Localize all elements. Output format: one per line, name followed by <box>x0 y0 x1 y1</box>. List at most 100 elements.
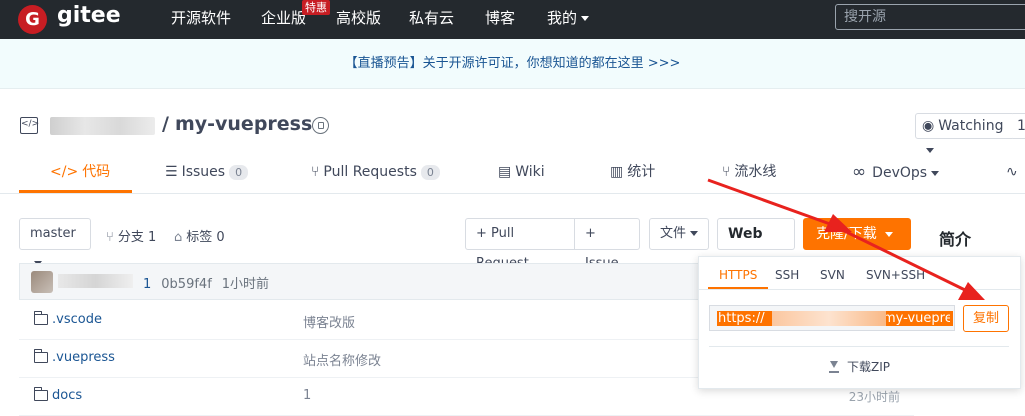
file-name-link[interactable]: .vscode <box>52 312 102 327</box>
nav-item-edu[interactable]: 高校版 <box>336 0 381 39</box>
tab-pipeline[interactable]: ⑂ 流水线 <box>722 157 776 191</box>
search-input[interactable]: 搜开源 <box>835 4 1025 30</box>
nav-item-private-cloud[interactable]: 私有云 <box>409 0 454 39</box>
chevron-down-icon <box>884 231 893 237</box>
avatar[interactable] <box>31 271 53 293</box>
eye-icon: ◉ <box>922 118 935 134</box>
branches-label: 分支 <box>117 230 144 245</box>
download-icon <box>829 360 839 373</box>
watch-count[interactable]: 1 <box>1013 113 1025 139</box>
popup-divider <box>709 346 1009 347</box>
tab-https[interactable]: HTTPS <box>719 268 757 282</box>
repo-name[interactable]: my-vuepress <box>175 113 312 135</box>
watch-label: Watching <box>938 118 1004 134</box>
pipeline-icon: ⑂ <box>722 164 731 180</box>
code-repo-icon: </> <box>20 117 39 134</box>
pr-count-badge: 0 <box>420 165 440 180</box>
nav-item-blog[interactable]: 博客 <box>485 0 515 39</box>
branch-select[interactable]: master <box>19 218 91 266</box>
gitee-logo-icon[interactable]: G <box>18 5 47 34</box>
tags-label: 标签 <box>186 230 213 245</box>
bar-chart-icon: ▥ <box>610 164 624 180</box>
tab-svn-ssh[interactable]: SVN+SSH <box>866 268 925 282</box>
tab-issues[interactable]: ☰ Issues 0 <box>165 157 249 191</box>
branch-name: master <box>30 226 76 241</box>
author-name-redacted[interactable] <box>58 274 133 288</box>
tags-link[interactable]: ⌂ 标签 0 <box>174 226 225 245</box>
tabs-divider <box>0 193 1025 194</box>
file-name-link[interactable]: .vuepress <box>52 350 115 365</box>
tab-wiki[interactable]: ▤ Wiki <box>498 157 545 191</box>
tab-more[interactable]: ∿ <box>1006 157 1018 191</box>
chevron-down-icon <box>926 147 934 153</box>
tab-stats[interactable]: ▥ 统计 <box>610 157 655 191</box>
url-suffix: /my-vuepress <box>878 311 950 326</box>
pull-request-icon: ⑂ <box>311 164 320 180</box>
issues-icon: ☰ <box>165 164 178 180</box>
clone-url-input[interactable]: https:// /my-vuepress <box>709 305 955 331</box>
tags-count: 0 <box>216 230 225 245</box>
new-issue-button[interactable]: + Issue <box>574 218 640 271</box>
tab-code[interactable]: </> 代码 <box>50 157 110 191</box>
repo-path-separator: / <box>162 113 169 135</box>
owner-name-redacted[interactable] <box>50 117 155 135</box>
tab-pull-requests[interactable]: ⑂ Pull Requests 0 <box>311 157 440 191</box>
watch-button[interactable]: ◉ Watching <box>915 113 1015 153</box>
commit-count[interactable]: 1 <box>143 277 151 292</box>
url-redacted <box>772 311 886 326</box>
commit-message-link[interactable]: 站点名称修改 <box>303 350 381 369</box>
file-menu-button[interactable]: 文件 <box>649 218 709 250</box>
announcement-banner[interactable]: 【直播预告】关于开源许可证，你想知道的都在这里 >>> <box>0 39 1025 89</box>
file-time: 23小时前 <box>848 390 900 404</box>
clone-dropdown: HTTPS SSH SVN SVN+SSH https:// /my-vuepre… <box>698 256 1021 389</box>
logo-letter: G <box>25 9 40 30</box>
commit-message-link[interactable]: 1 <box>303 388 311 403</box>
chevron-down-icon <box>690 231 699 236</box>
code-icon: </> <box>50 164 79 180</box>
tab-issues-label: Issues <box>181 164 226 180</box>
copy-button[interactable]: 复制 <box>963 305 1009 332</box>
tab-pipeline-label: 流水线 <box>734 164 777 180</box>
shield-icon[interactable] <box>312 117 329 134</box>
url-prefix: https:// <box>718 311 765 326</box>
nav-item-mine[interactable]: 我的 <box>547 0 590 39</box>
chevron-down-icon <box>581 16 590 21</box>
commit-time: 1小时前 <box>221 277 270 292</box>
tab-pr-label: Pull Requests <box>323 164 417 180</box>
tab-wiki-label: Wiki <box>515 164 545 180</box>
announcement-text[interactable]: 【直播预告】关于开源许可证，你想知道的都在这里 >>> <box>345 56 681 71</box>
new-pull-request-button[interactable]: + Pull Request <box>465 218 575 271</box>
file-name-link[interactable]: docs <box>52 388 82 403</box>
folder-icon <box>34 311 48 325</box>
branch-icon: ⑂ <box>106 230 114 245</box>
tab-svn[interactable]: SVN <box>820 268 845 282</box>
promo-badge: 特惠 <box>302 0 330 15</box>
download-zip-link[interactable]: 下载ZIP <box>699 358 1020 375</box>
logo-text[interactable]: gitee <box>57 3 121 28</box>
repo-title[interactable]: / my-vuepress <box>162 113 312 135</box>
tab-code-label: 代码 <box>82 164 111 180</box>
commit-message-link[interactable]: 博客改版 <box>303 312 355 331</box>
wave-icon: ∿ <box>1006 164 1018 180</box>
protocol-tabs-divider <box>699 289 1020 290</box>
download-zip-label: 下载ZIP <box>847 360 890 374</box>
file-menu-label: 文件 <box>660 226 687 241</box>
nav-item-enterprise[interactable]: 企业版 <box>261 0 306 39</box>
branches-count: 1 <box>147 230 157 245</box>
wiki-icon: ▤ <box>498 164 512 180</box>
tab-ssh[interactable]: SSH <box>775 268 799 282</box>
clone-download-button[interactable]: 克隆/下载 <box>803 218 911 250</box>
folder-icon <box>34 349 48 363</box>
branches-link[interactable]: ⑂ 分支 1 <box>106 226 156 245</box>
tab-devops-label: DevOps <box>872 165 928 181</box>
web-ide-button[interactable]: Web IDE <box>717 218 795 272</box>
commit-hash[interactable]: 0b59f4f <box>161 277 212 292</box>
issues-count-badge: 0 <box>229 165 249 180</box>
top-navbar: G gitee 开源软件 企业版 特惠 高校版 私有云 博客 我的 搜开源 <box>0 0 1025 39</box>
intro-heading: 简介 <box>939 230 972 249</box>
infinity-icon: ∞ <box>852 162 867 182</box>
nav-item-open-source[interactable]: 开源软件 <box>171 0 231 39</box>
tab-stats-label: 统计 <box>627 164 656 180</box>
tab-devops[interactable]: ∞ DevOps <box>852 157 940 191</box>
nav-item-mine-label: 我的 <box>547 9 578 27</box>
